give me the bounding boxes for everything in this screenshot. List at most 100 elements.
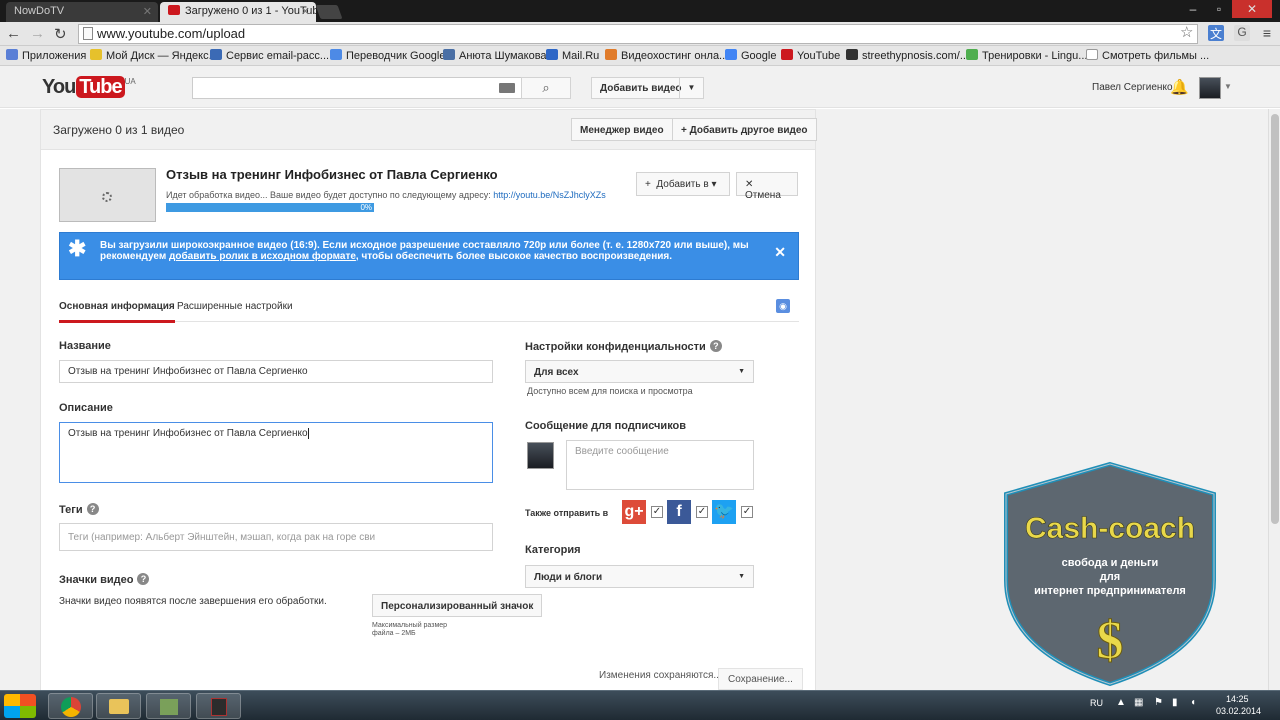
add-another-video-button[interactable]: + Добавить другое видео xyxy=(672,118,817,141)
bookmark-item[interactable]: Видеохостинг онла... xyxy=(605,49,728,62)
category-select[interactable]: Люди и блоги ▼ xyxy=(525,565,754,588)
tab-basic-info[interactable]: Основная информация xyxy=(59,301,175,323)
language-indicator[interactable]: RU xyxy=(1090,698,1103,708)
help-icon[interactable]: ? xyxy=(137,573,150,585)
address-bar[interactable]: www.youtube.com/upload xyxy=(78,24,1198,44)
chevron-down-icon[interactable]: ▼ xyxy=(679,78,703,98)
keyboard-icon[interactable] xyxy=(499,83,515,93)
page-scrollbar[interactable] xyxy=(1268,109,1280,690)
twitter-checkbox[interactable]: ✓ xyxy=(741,506,753,518)
thumbnails-label: Значки видео? xyxy=(59,573,150,586)
widescreen-notice: ✱ Вы загрузили широкоэкранное видео (16:… xyxy=(59,232,799,280)
app-icon xyxy=(160,699,178,715)
custom-thumbnail-button[interactable]: Персонализированный значок xyxy=(372,594,543,617)
tags-label: Теги? xyxy=(59,503,99,516)
back-icon[interactable]: ← xyxy=(6,25,21,42)
help-icon[interactable]: ? xyxy=(86,503,99,515)
title-input[interactable]: Отзыв на тренинг Инфобизнес от Павла Сер… xyxy=(59,360,493,383)
progress-fill: 0% xyxy=(166,203,374,212)
dollar-icon: $ xyxy=(1097,610,1124,670)
volume-icon[interactable]: ◖ xyxy=(1190,697,1196,708)
windows-start-icon[interactable] xyxy=(4,694,36,718)
bookmark-item[interactable]: Анюта Шумакова xyxy=(443,49,547,62)
network-icon[interactable]: ▦ xyxy=(1134,697,1143,708)
menu-icon[interactable]: ≡ xyxy=(1259,25,1275,41)
close-window-icon[interactable]: ✕ xyxy=(1232,0,1272,18)
app-taskbar-icon[interactable] xyxy=(146,693,191,719)
tab-youtube-upload[interactable]: Загружено 0 из 1 - YouTube ✕ xyxy=(160,2,316,22)
processing-status: Идет обработка видео... Ваше видео будет… xyxy=(166,190,606,200)
video-manager-button[interactable]: Менеджер видео xyxy=(571,118,673,141)
window-controls: – ▫ ✕ xyxy=(1180,0,1272,18)
page-title: Загружено 0 из 1 видео xyxy=(53,123,185,137)
bell-icon[interactable]: 🔔 xyxy=(1170,78,1189,96)
bookmark-star-icon[interactable]: ☆ xyxy=(1180,23,1193,41)
flag-icon[interactable]: ⚑ xyxy=(1154,697,1163,708)
privacy-select[interactable]: Для всех ▼ xyxy=(525,360,754,383)
video-link[interactable]: http://youtu.be/NsZJhclyXZs xyxy=(493,190,606,200)
new-tab-button[interactable] xyxy=(315,5,343,19)
bookmark-item[interactable]: Тренировки - Lingu... xyxy=(966,49,1087,62)
youtube-icon xyxy=(781,49,793,60)
subscriber-message-input[interactable]: Введите сообщение xyxy=(566,440,754,490)
clock-time[interactable]: 14:25 xyxy=(1226,694,1249,704)
bookmark-item[interactable]: YouTube xyxy=(781,49,840,62)
globe-icon[interactable]: ◉ xyxy=(776,299,790,313)
bookmark-item[interactable]: Сервис email-расс... xyxy=(210,49,329,62)
scrollbar-thumb[interactable] xyxy=(1271,114,1279,524)
bookmark-item[interactable]: streethypnosis.com/... xyxy=(846,49,969,62)
google-extension-icon[interactable]: G xyxy=(1234,25,1250,41)
progress-bar: 0% xyxy=(166,203,374,212)
google-plus-icon[interactable]: g+ xyxy=(622,500,646,524)
close-tab-icon[interactable]: ✕ xyxy=(301,5,310,18)
signal-icon[interactable]: ▮ xyxy=(1172,697,1178,708)
avatar[interactable] xyxy=(1199,77,1221,99)
add-original-format-link[interactable]: добавить ролик в исходном формате xyxy=(169,251,356,262)
bookmark-item[interactable]: Мой Диск — Яндекс... xyxy=(90,49,218,62)
tray-arrow-icon[interactable]: ▲ xyxy=(1116,697,1126,708)
apps-icon xyxy=(6,49,18,60)
tab-advanced-settings[interactable]: Расширенные настройки xyxy=(177,301,293,320)
add-to-button[interactable]: + Добавить в ▾ xyxy=(636,172,730,196)
bookmark-item[interactable]: Смотреть фильмы ... xyxy=(1086,49,1209,62)
saving-status: Изменения сохраняются... xyxy=(599,670,722,681)
add-video-button[interactable]: Добавить видео ▼ xyxy=(591,77,704,99)
forward-icon[interactable]: → xyxy=(30,25,45,42)
chrome-taskbar-icon[interactable] xyxy=(48,693,93,719)
cancel-button[interactable]: ✕ Отмена xyxy=(736,172,798,201)
facebook-icon[interactable]: f xyxy=(667,500,691,524)
save-button[interactable]: Сохранение... xyxy=(718,668,803,690)
bookmark-item[interactable]: Mail.Ru xyxy=(546,49,599,62)
bookmark-item[interactable]: Google xyxy=(725,49,776,62)
reload-icon[interactable]: ↻ xyxy=(54,25,67,43)
chevron-down-icon[interactable]: ▼ xyxy=(1224,82,1232,91)
maximize-icon[interactable]: ▫ xyxy=(1206,0,1232,18)
bookmark-item[interactable]: Переводчик Google xyxy=(330,49,446,62)
facebook-checkbox[interactable]: ✓ xyxy=(696,506,708,518)
translate-extension-icon[interactable]: 文 xyxy=(1208,25,1224,41)
videohosting-icon xyxy=(605,49,617,60)
search-input[interactable] xyxy=(192,77,522,99)
upload-card: Загружено 0 из 1 видео Менеджер видео + … xyxy=(40,109,817,691)
chevron-down-icon: ▼ xyxy=(738,573,745,580)
minimize-icon[interactable]: – xyxy=(1180,0,1206,18)
video-thumbnail xyxy=(59,168,156,222)
explorer-taskbar-icon[interactable] xyxy=(96,693,141,719)
tags-input[interactable]: Теги (например: Альберт Эйнштейн, мэшап,… xyxy=(59,523,493,551)
description-textarea[interactable]: Отзыв на тренинг Инфобизнес от Павла Сер… xyxy=(59,422,493,483)
help-icon[interactable]: ? xyxy=(709,340,722,352)
youtube-favicon-icon xyxy=(168,5,180,15)
close-icon[interactable]: ✕ xyxy=(774,245,786,259)
youtube-logo[interactable]: You Tube UA xyxy=(42,76,136,99)
twitter-icon[interactable]: 🐦 xyxy=(712,500,736,524)
bookmark-item[interactable]: Приложения xyxy=(6,49,86,62)
also-send-label: Также отправить в xyxy=(525,508,609,518)
clock-date[interactable]: 03.02.2014 xyxy=(1216,706,1261,716)
tab-nowdotv[interactable]: NowDoTV ✕ xyxy=(6,2,158,22)
close-tab-icon[interactable]: ✕ xyxy=(143,5,152,18)
google-plus-checkbox[interactable]: ✓ xyxy=(651,506,663,518)
user-name[interactable]: Павел Сергиенко xyxy=(1092,82,1173,93)
app-taskbar-icon[interactable] xyxy=(196,693,241,719)
watermark-line-3: интернет предпринимателя xyxy=(1034,585,1186,597)
search-button[interactable]: ⌕ xyxy=(521,77,571,99)
